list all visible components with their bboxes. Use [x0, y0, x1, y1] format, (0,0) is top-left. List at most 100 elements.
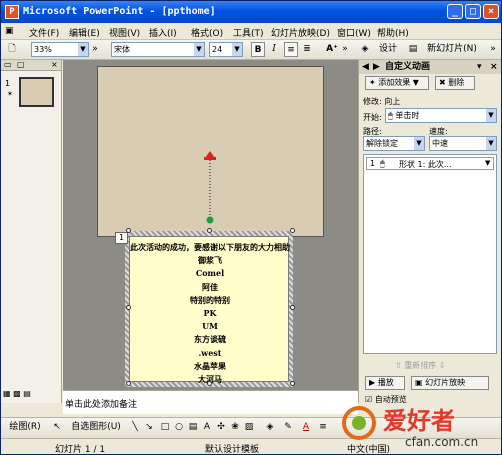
select-arrow-icon[interactable]: ↖	[51, 420, 63, 435]
close-icon[interactable]: ×	[51, 60, 58, 69]
slide-canvas[interactable]	[97, 66, 324, 237]
fill-color-icon[interactable]: ◈	[263, 420, 277, 435]
powerpoint-app-icon[interactable]: P	[5, 5, 19, 19]
watermark-logo: 爱好者 cfan.com.cn	[337, 399, 497, 453]
chevron-down-icon[interactable]: ▾	[477, 60, 482, 74]
text-line: UM	[202, 321, 218, 332]
chevron-down-icon: ▼	[486, 137, 496, 150]
chevron-down-icon[interactable]: ▼	[485, 159, 490, 167]
text-line: Comel	[195, 268, 225, 279]
menu-view[interactable]: 视图(V)	[109, 26, 140, 39]
design-button[interactable]: 设计	[371, 42, 405, 57]
formatting-toolbar: 🗋 33% ▼ » 宋体 ▼ 24 ▼ B I ≡ ≣ A⁺ » ◈ 设计 ▤ 新幻灯…	[1, 40, 501, 60]
menu-help[interactable]: 帮助(H)	[377, 26, 409, 39]
slides-pane-tabs: ▭ ▢ ×	[1, 60, 61, 71]
arrow-up-icon: ⇧	[395, 361, 402, 370]
toolbar-overflow-icon[interactable]: »	[91, 42, 99, 57]
resize-handle[interactable]	[126, 381, 131, 386]
font-combo[interactable]: 宋体 ▼	[111, 42, 205, 57]
line-tool-icon[interactable]: ╲	[129, 420, 141, 435]
increase-font-icon[interactable]: A⁺	[325, 42, 339, 57]
chevron-down-icon: ▼	[78, 43, 88, 56]
remove-label: 删除	[448, 78, 465, 87]
align-center-icon[interactable]: ≡	[284, 42, 298, 57]
back-icon[interactable]: ◀	[362, 60, 369, 74]
resize-handle[interactable]	[126, 305, 131, 310]
clipart-icon[interactable]: ❀	[229, 420, 241, 435]
draw-menu-button[interactable]: 绘图(R)	[5, 420, 45, 435]
menu-slideshow[interactable]: 幻灯片放映(D)	[271, 26, 330, 39]
minimize-button[interactable]: _	[447, 4, 463, 19]
menu-format[interactable]: 格式(O)	[191, 26, 223, 39]
close-icon[interactable]: ×	[490, 60, 498, 74]
design-icon[interactable]: ◈	[359, 42, 371, 57]
motion-path-end-marker	[204, 157, 216, 160]
remove-button[interactable]: ✖ 删除	[435, 76, 475, 90]
slideshow-icon: ▣	[415, 378, 423, 387]
zoom-combo[interactable]: 33% ▼	[31, 42, 89, 57]
text-line: 此次活动的成功，要感谢以下朋友的大力相助	[130, 242, 290, 252]
line-style-icon[interactable]: ≡	[317, 420, 329, 435]
slide-thumbnail[interactable]	[19, 77, 54, 107]
close-button[interactable]: ×	[483, 4, 499, 19]
app-menu-icon[interactable]: ▣	[5, 26, 14, 36]
new-slide-button[interactable]: 新幻灯片(N)	[419, 42, 485, 57]
rectangle-tool-icon[interactable]: □	[159, 420, 171, 435]
slides-tab-icon[interactable]: ▢	[17, 60, 25, 69]
text-line: .west	[198, 347, 222, 358]
normal-view-icon[interactable]: ▦	[3, 389, 11, 398]
title-bar[interactable]: P Microsoft PowerPoint - [ppthome] _ □ ×	[1, 1, 501, 23]
resize-handle[interactable]	[290, 228, 295, 233]
play-button[interactable]: ▶ 播放	[365, 376, 405, 390]
toolbar-overflow-icon[interactable]: »	[489, 42, 497, 57]
font-size-combo[interactable]: 24 ▼	[209, 42, 243, 57]
sorter-view-icon[interactable]: ▩	[13, 389, 21, 398]
start-select[interactable]: 🖱 单击时 ▼	[385, 108, 497, 123]
resize-handle[interactable]	[126, 228, 131, 233]
maximize-button[interactable]: □	[465, 4, 481, 19]
resize-handle[interactable]	[290, 381, 295, 386]
new-document-icon[interactable]: 🗋	[5, 42, 19, 57]
italic-button[interactable]: I	[268, 42, 280, 57]
font-color-icon[interactable]: A	[299, 420, 313, 435]
oval-tool-icon[interactable]: ○	[173, 420, 185, 435]
menu-tools[interactable]: 工具(T)	[233, 26, 264, 39]
forward-icon[interactable]: ▶	[373, 60, 380, 74]
slideshow-view-icon[interactable]: ▤	[23, 389, 31, 398]
powerpoint-window: P Microsoft PowerPoint - [ppthome] _ □ ×…	[0, 0, 502, 455]
autoshapes-button[interactable]: 自选图形(U)	[67, 420, 125, 435]
menu-file[interactable]: 文件(F)	[29, 26, 59, 39]
outline-tab-icon[interactable]: ▭	[4, 60, 12, 69]
resize-handle[interactable]	[290, 305, 295, 310]
speed-select[interactable]: 中速 ▼	[429, 136, 497, 151]
add-effect-button[interactable]: ✦ 添加效果 ▼	[365, 76, 429, 90]
picture-icon[interactable]: ▨	[243, 420, 255, 435]
wordart-icon[interactable]: A	[201, 420, 213, 435]
animation-star-icon: ✶	[7, 90, 13, 98]
text-box-content: 此次活动的成功，要感谢以下朋友的大力相助 御浆飞 Comel 阿佳 特别的特别 …	[130, 241, 290, 386]
new-slide-icon[interactable]: ▤	[407, 42, 419, 57]
task-pane-title: 自定义动画	[385, 62, 431, 72]
star-icon: ✦	[369, 78, 376, 87]
notes-pane[interactable]: 单击此处添加备注	[63, 390, 358, 414]
text-box[interactable]: 此次活动的成功，要感谢以下朋友的大力相助 御浆飞 Comel 阿佳 特别的特别 …	[129, 236, 290, 384]
line-color-icon[interactable]: ✎	[281, 420, 295, 435]
play-icon: ▶	[369, 378, 376, 387]
menu-window[interactable]: 窗口(W)	[337, 26, 371, 39]
arrow-tool-icon[interactable]: ↘	[143, 420, 155, 435]
reorder-control[interactable]: ⇧ 重新排序 ⇩	[395, 360, 446, 371]
menu-edit[interactable]: 编辑(E)	[69, 26, 100, 39]
textbox-tool-icon[interactable]: ▤	[187, 420, 199, 435]
resize-handle[interactable]	[207, 228, 212, 233]
animation-list-item[interactable]: 1 🖱 形状 1: 此次... ▼	[366, 157, 494, 170]
bold-button[interactable]: B	[251, 42, 265, 57]
toolbar-overflow-icon[interactable]: »	[341, 42, 349, 57]
modify-label: 修改: 向上	[363, 97, 401, 106]
align-right-icon[interactable]: ≣	[301, 42, 313, 57]
diagram-icon[interactable]: ✣	[215, 420, 227, 435]
path-select[interactable]: 解除锁定 ▼	[363, 136, 425, 151]
menu-insert[interactable]: 插入(I)	[149, 26, 177, 39]
slideshow-button[interactable]: ▣ 幻灯片放映	[411, 376, 489, 390]
resize-handle[interactable]	[207, 381, 212, 386]
view-buttons: ▦ ▩ ▤	[3, 389, 31, 398]
